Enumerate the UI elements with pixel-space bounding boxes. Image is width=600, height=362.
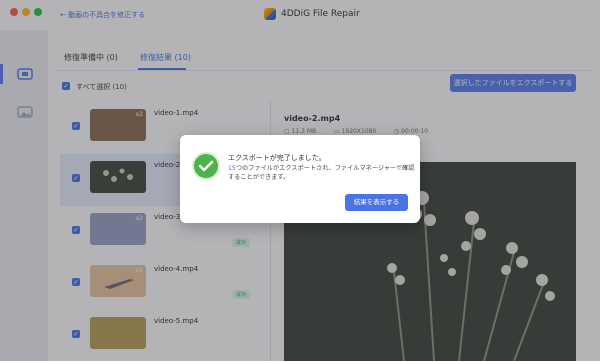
view-results-button[interactable]: 結果を表示する [345,194,408,211]
export-complete-dialog: エクスポートが完了しました。 15つのファイルがエクスポートされ、ファイルマネー… [180,135,420,223]
dialog-message-text: つのファイルがエクスポートされ、ファイルマネージャーで確認することができます。 [228,165,415,181]
exported-count: 15 [228,165,236,172]
app-window: ← 動画の不具合を修正する 4DDiG File Repair 修復準備中 (0… [0,0,600,361]
dialog-title: エクスポートが完了しました。 [228,154,326,162]
success-check-icon [192,152,220,180]
dialog-message: 15つのファイルがエクスポートされ、ファイルマネージャーで確認することができます… [228,164,418,182]
